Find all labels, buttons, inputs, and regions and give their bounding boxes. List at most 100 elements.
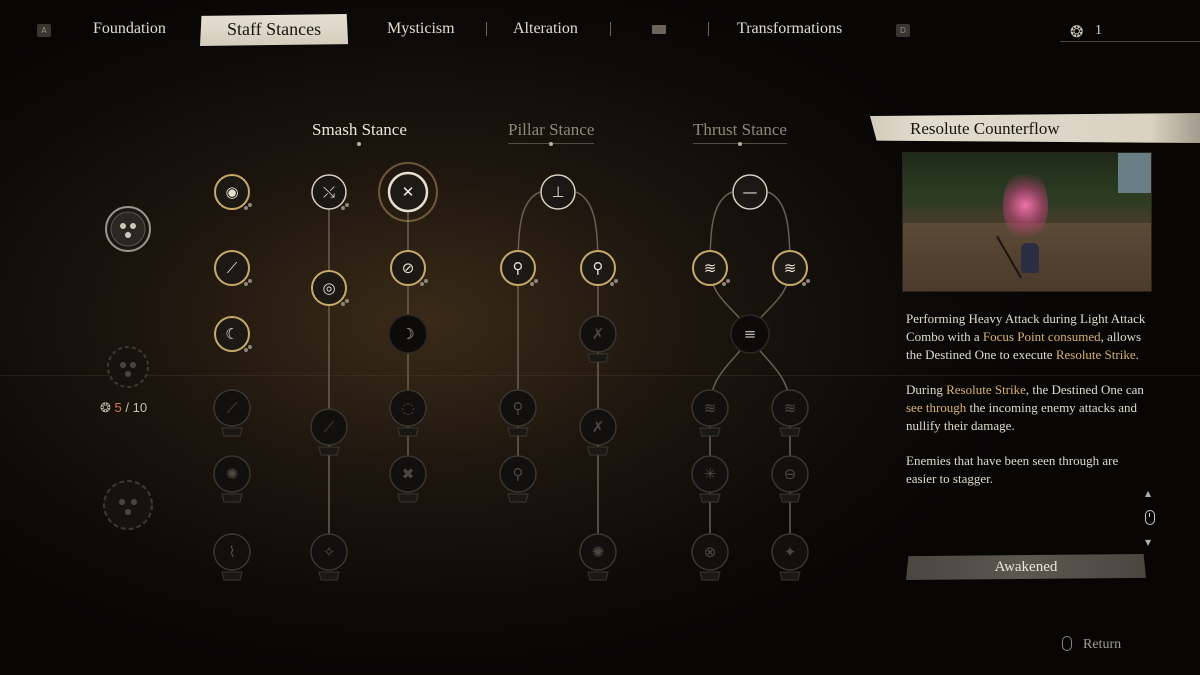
lock-pedestal bbox=[699, 427, 721, 437]
skill-node-smash-a1[interactable]: ◉ bbox=[214, 174, 252, 210]
rank-pip bbox=[530, 282, 534, 286]
star-thrust-icon: ✦ bbox=[784, 543, 797, 561]
cross-staff-icon: ✕ bbox=[402, 183, 415, 201]
skill-node-thrust-a3[interactable]: ✳ bbox=[691, 455, 729, 503]
lock-pedestal bbox=[318, 571, 340, 581]
lock-pedestal bbox=[779, 427, 801, 437]
pole-slam-icon: ⚲ bbox=[513, 465, 524, 483]
skill-node-thrust-a4[interactable]: ⊗ bbox=[691, 533, 729, 581]
description-text: , the Destined One can bbox=[1025, 382, 1144, 397]
description-keyword: Resolute Strike bbox=[946, 382, 1026, 397]
thrust-burst-icon: ✳ bbox=[704, 465, 717, 483]
lunge-icon: ≋ bbox=[704, 259, 717, 277]
description-keyword: Focus Point consumed bbox=[982, 329, 1101, 344]
description-paragraph: Enemies that have been seen through are … bbox=[906, 452, 1146, 488]
description-text: Enemies that have been seen through are … bbox=[906, 453, 1119, 486]
skill-node-smash-a6[interactable]: ⌇ bbox=[213, 533, 251, 581]
pole-vault-icon: ⚲ bbox=[513, 259, 524, 277]
pole-rise-icon: ⚲ bbox=[593, 259, 604, 277]
skill-node-smash-c4[interactable]: ◌ bbox=[389, 389, 427, 437]
description-keyword: see through bbox=[906, 400, 967, 415]
pole-sweep-icon: ✗ bbox=[592, 418, 605, 436]
skill-node-pillar-b3[interactable]: ✗ bbox=[579, 408, 617, 456]
lock-pedestal bbox=[587, 446, 609, 456]
skill-node-smash-b1[interactable]: ⤯ bbox=[311, 174, 349, 210]
preview-destined-one bbox=[1021, 243, 1039, 273]
skill-preview-image bbox=[902, 152, 1152, 292]
pillar-stand-icon: ⊥ bbox=[551, 183, 564, 201]
preview-sky bbox=[1118, 153, 1151, 193]
cross-burst-icon: ✖ bbox=[402, 465, 415, 483]
rank-pip bbox=[610, 282, 614, 286]
rank-pip bbox=[244, 348, 248, 352]
spin-staff-icon: ⤯ bbox=[323, 183, 335, 201]
skill-node-pillar-a1[interactable]: ⚲ bbox=[500, 250, 538, 286]
skill-node-smash-a4[interactable]: ⟋ bbox=[213, 389, 251, 437]
skill-node-smash-a5[interactable]: ✺ bbox=[213, 455, 251, 503]
scroll-down-icon[interactable]: ▼ bbox=[1145, 538, 1151, 547]
lock-pedestal bbox=[397, 427, 419, 437]
rank-pip bbox=[341, 302, 345, 306]
skill-status-badge: Awakened bbox=[906, 554, 1146, 580]
leap-strike-icon: ⌇ bbox=[228, 543, 235, 561]
skill-node-pillar-root[interactable]: ⊥ bbox=[540, 174, 576, 210]
rank-pip bbox=[534, 279, 538, 283]
scroll-up-icon[interactable]: ▲ bbox=[1145, 489, 1151, 498]
skill-node-pillar-a2[interactable]: ⚲ bbox=[499, 389, 537, 437]
crescent-sweep-icon: ☾ bbox=[225, 325, 238, 343]
skill-node-pillar-a3[interactable]: ⚲ bbox=[499, 455, 537, 503]
spark-points-value: 1 bbox=[1095, 23, 1102, 38]
skill-node-smash-b2[interactable]: ◎ bbox=[311, 270, 349, 306]
skill-node-thrust-b2[interactable]: ≋ bbox=[771, 389, 809, 437]
skill-node-thrust-a2[interactable]: ≋ bbox=[691, 389, 729, 437]
skill-node-thrust-b4[interactable]: ✦ bbox=[771, 533, 809, 581]
spark-points: ❂ 1 bbox=[1060, 20, 1200, 42]
sweep-thrust-icon: ≋ bbox=[784, 399, 797, 417]
skill-node-smash-c3[interactable]: ☽ bbox=[388, 314, 428, 354]
rank-pip bbox=[244, 206, 248, 210]
lock-pedestal bbox=[221, 427, 243, 437]
pole-kick-icon: ⚲ bbox=[513, 399, 524, 417]
lock-pedestal bbox=[699, 571, 721, 581]
description-text: . bbox=[1135, 347, 1139, 362]
rank-pip bbox=[726, 279, 730, 283]
pole-burst-icon: ✺ bbox=[592, 543, 605, 561]
rank-pip bbox=[806, 279, 810, 283]
rank-pip bbox=[345, 203, 349, 207]
pole-spin-icon: ✗ bbox=[592, 325, 605, 343]
vortex-icon: ◌ bbox=[401, 399, 414, 417]
focus-strike-icon: ⊘ bbox=[402, 259, 415, 277]
lock-pedestal bbox=[587, 353, 609, 363]
orb-flame-icon: ◉ bbox=[225, 183, 238, 201]
skill-node-smash-c5[interactable]: ✖ bbox=[389, 455, 427, 503]
lock-pedestal bbox=[699, 493, 721, 503]
skill-node-pillar-b1[interactable]: ⚲ bbox=[580, 250, 618, 286]
skill-node-smash-b3[interactable]: ⟋ bbox=[310, 408, 348, 456]
skill-node-thrust-mid[interactable]: ≡ bbox=[730, 314, 770, 354]
lock-pedestal bbox=[507, 427, 529, 437]
staff-slam-icon: ⟋ bbox=[227, 399, 238, 417]
skill-node-smash-c2[interactable]: ⊘ bbox=[390, 250, 428, 286]
rank-pip bbox=[341, 206, 345, 210]
lock-pedestal bbox=[221, 493, 243, 503]
ring-strike-icon: ◎ bbox=[322, 279, 335, 297]
skill-description: Performing Heavy Attack during Light Att… bbox=[906, 310, 1146, 505]
rank-pip bbox=[802, 282, 806, 286]
skill-node-thrust-b3[interactable]: ⊖ bbox=[771, 455, 809, 503]
skill-node-pillar-b2[interactable]: ✗ bbox=[579, 315, 617, 363]
skill-node-thrust-root[interactable]: — bbox=[732, 174, 768, 210]
skill-node-smash-b4[interactable]: ✧ bbox=[310, 533, 348, 581]
rank-pip bbox=[345, 299, 349, 303]
description-paragraph: During Resolute Strike, the Destined One… bbox=[906, 381, 1146, 435]
skill-node-thrust-b1[interactable]: ≋ bbox=[772, 250, 810, 286]
rank-pip bbox=[244, 282, 248, 286]
rank-pip bbox=[424, 279, 428, 283]
skill-node-pillar-b4[interactable]: ✺ bbox=[579, 533, 617, 581]
skill-node-smash-a3[interactable]: ☾ bbox=[214, 316, 252, 352]
skill-node-smash-a2[interactable]: ⟋ bbox=[214, 250, 252, 286]
lock-pedestal bbox=[779, 571, 801, 581]
piercing-thrust-icon: ≋ bbox=[704, 399, 717, 417]
staff-strike-icon: ⟋ bbox=[227, 259, 238, 277]
skill-node-thrust-a1[interactable]: ≋ bbox=[692, 250, 730, 286]
lock-pedestal bbox=[507, 493, 529, 503]
